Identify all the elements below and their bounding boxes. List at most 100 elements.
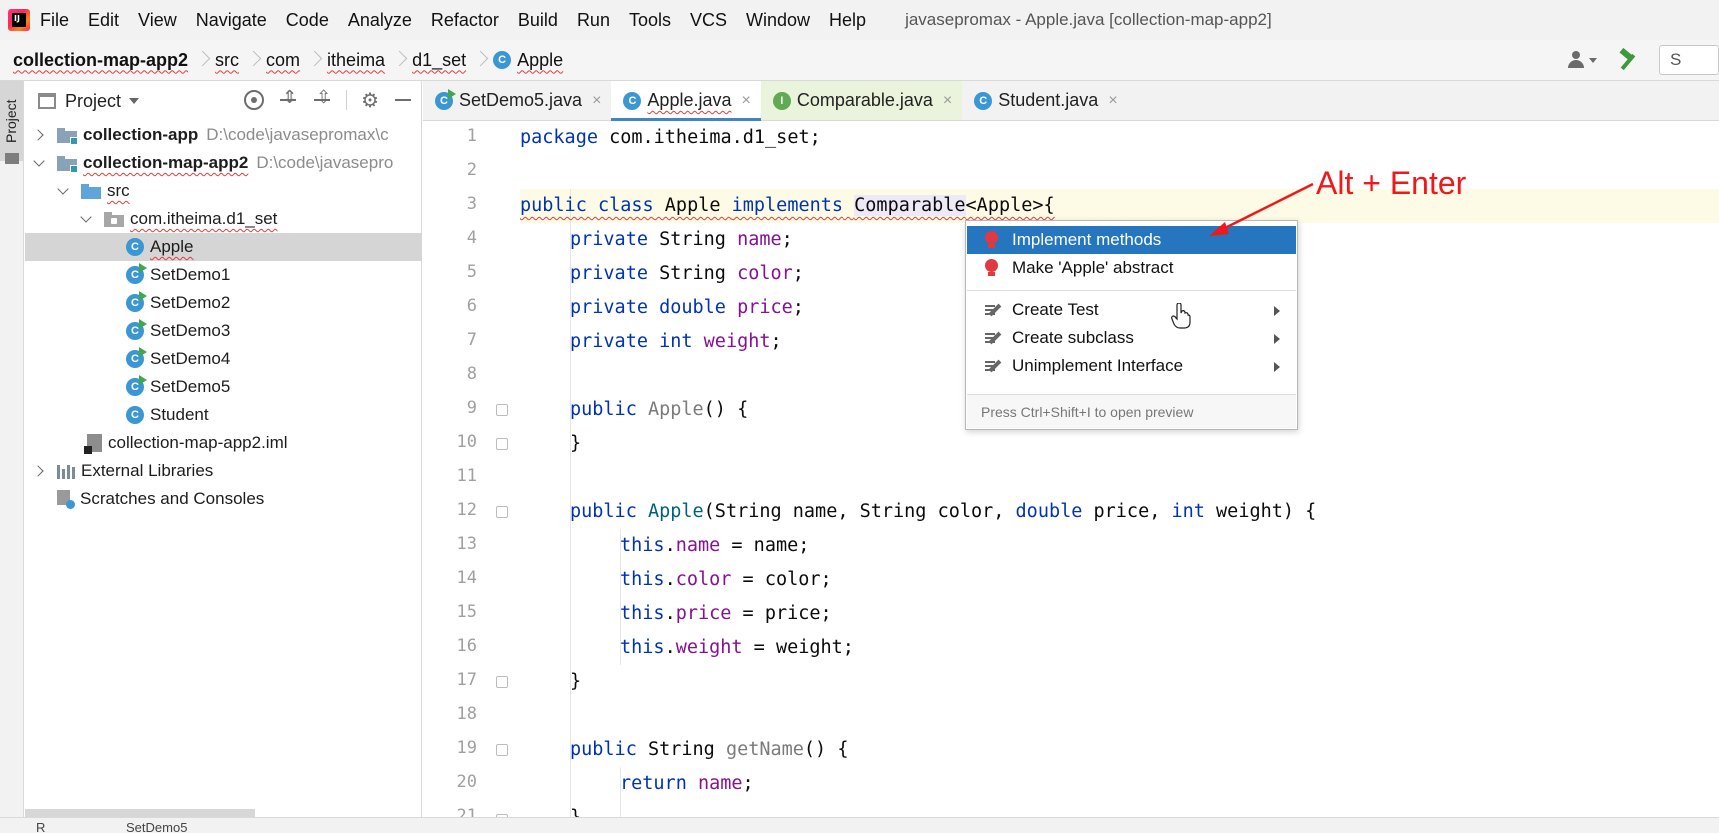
gear-icon[interactable]: ⚙	[361, 90, 379, 110]
submenu-arrow-icon	[1274, 306, 1280, 316]
code-line-9: public Apple() {	[570, 399, 749, 420]
fold-marker-icon[interactable]	[496, 744, 508, 756]
tree-item-iml[interactable]: collection-map-app2.iml	[25, 429, 422, 457]
breadcrumb-d1-set[interactable]: d1_set	[412, 50, 466, 71]
editor-tabs: C SetDemo5.java × C Apple.java × I Compa…	[423, 81, 1719, 121]
popup-item-label: Create subclass	[1012, 328, 1134, 347]
tree-item-label: Student	[150, 405, 209, 424]
menu-run[interactable]: Run	[577, 10, 610, 31]
menu-view[interactable]: View	[138, 10, 177, 31]
tree-item-collection-map-app2[interactable]: collection-map-app2 D:\code\javasepro	[25, 149, 422, 177]
popup-item-label: Implement methods	[1012, 230, 1162, 249]
breadcrumb-apple[interactable]: Apple	[517, 50, 563, 71]
close-icon[interactable]: ×	[592, 92, 601, 110]
tree-item-apple[interactable]: C Apple	[25, 233, 422, 261]
annotation-label: Alt + Enter	[1316, 165, 1467, 201]
toolbar-divider	[346, 90, 348, 110]
fold-marker-icon[interactable]	[496, 404, 508, 416]
code-line-20: return name;	[620, 773, 754, 794]
menu-help[interactable]: Help	[829, 10, 866, 31]
popup-footer-text: Press Ctrl+Shift+I to open preview	[981, 403, 1194, 420]
module-folder-icon	[57, 127, 78, 145]
tree-item-setdemo4[interactable]: C SetDemo4	[25, 345, 422, 373]
tree-item-setdemo5[interactable]: C SetDemo5	[25, 373, 422, 401]
popup-item-unimplement-interface[interactable]: Unimplement Interface	[967, 352, 1296, 380]
close-icon[interactable]: ×	[741, 92, 750, 110]
code-line-6: private double price;	[570, 297, 804, 318]
tree-item-scratches[interactable]: Scratches and Consoles	[25, 485, 422, 513]
project-panel-title[interactable]: Project	[65, 91, 121, 112]
line-number: 14	[456, 568, 477, 588]
breadcrumb-separator	[394, 48, 403, 72]
line-number: 13	[456, 534, 477, 554]
line-number: 9	[466, 398, 477, 418]
popup-footer-hint: Press Ctrl+Shift+I to open preview	[967, 394, 1296, 428]
tab-apple[interactable]: C Apple.java ×	[611, 81, 762, 121]
menu-code[interactable]: Code	[286, 10, 329, 31]
locate-target-icon[interactable]	[244, 90, 265, 110]
tab-student[interactable]: C Student.java ×	[962, 81, 1127, 120]
chevron-down-icon[interactable]	[57, 185, 69, 197]
user-icon[interactable]	[1567, 48, 1601, 72]
fold-marker-icon[interactable]	[496, 676, 508, 688]
interface-icon: I	[772, 91, 791, 110]
code-line-14: this.color = color;	[620, 569, 832, 590]
hide-panel-icon[interactable]	[393, 90, 413, 110]
menu-analyze[interactable]: Analyze	[348, 10, 412, 31]
popup-item-make-abstract[interactable]: Make 'Apple' abstract	[967, 254, 1296, 282]
build-hammer-icon[interactable]	[1617, 49, 1639, 71]
window-title: javasepromax - Apple.java [collection-ma…	[905, 10, 1272, 29]
fold-marker-icon[interactable]	[496, 506, 508, 518]
chevron-down-icon[interactable]	[33, 157, 45, 169]
tree-item-setdemo2[interactable]: C SetDemo2	[25, 289, 422, 317]
collapse-all-icon[interactable]	[312, 87, 332, 110]
menu-refactor[interactable]: Refactor	[431, 10, 499, 31]
bottom-bar-left-label[interactable]: R	[36, 820, 45, 833]
popup-item-create-test[interactable]: Create Test	[967, 296, 1296, 324]
menu-build[interactable]: Build	[518, 10, 558, 31]
close-icon[interactable]: ×	[1108, 92, 1117, 110]
line-number: 17	[456, 670, 477, 690]
menu-navigate[interactable]: Navigate	[196, 10, 267, 31]
tree-item-src[interactable]: src	[25, 177, 422, 205]
project-tool-tab[interactable]: Project	[0, 81, 23, 161]
breadcrumb-itheima[interactable]: itheima	[327, 50, 385, 71]
chevron-right-icon[interactable]	[33, 465, 45, 477]
tree-item-path: D:\code\javasepromax\c	[206, 125, 389, 144]
chevron-down-icon[interactable]	[129, 98, 140, 104]
module-folder-icon	[57, 155, 78, 173]
bottom-bar-tab-label[interactable]: SetDemo5	[126, 820, 187, 833]
breadcrumb-project[interactable]: collection-map-app2	[13, 50, 188, 71]
menu-vcs[interactable]: VCS	[690, 10, 727, 31]
breadcrumb-com[interactable]: com	[266, 50, 300, 71]
tree-item-setdemo3[interactable]: C SetDemo3	[25, 317, 422, 345]
close-icon[interactable]: ×	[943, 92, 952, 110]
chevron-right-icon[interactable]	[33, 129, 45, 141]
tree-item-package[interactable]: com.itheima.d1_set	[25, 205, 422, 233]
menu-tools[interactable]: Tools	[629, 10, 671, 31]
tree-item-external-libraries[interactable]: External Libraries	[25, 457, 422, 485]
class-icon: C	[493, 51, 512, 69]
menu-file[interactable]: File	[40, 10, 69, 31]
popup-item-create-subclass[interactable]: Create subclass	[967, 324, 1296, 352]
chevron-down-icon[interactable]	[80, 213, 92, 225]
run-config-selector[interactable]: S	[1659, 45, 1719, 75]
structure-icon[interactable]	[5, 153, 19, 164]
class-icon: C	[974, 91, 993, 110]
tree-item-collection-app[interactable]: collection-app D:\code\javasepromax\c	[25, 121, 422, 149]
tab-comparable[interactable]: I Comparable.java ×	[760, 81, 963, 120]
expand-all-icon[interactable]	[278, 87, 298, 110]
line-number: 5	[466, 262, 477, 282]
tree-item-student[interactable]: C Student	[25, 401, 422, 429]
menu-window[interactable]: Window	[746, 10, 810, 31]
tab-label: Student.java	[998, 90, 1099, 110]
code-line-12: public Apple(String name, String color, …	[570, 501, 1317, 522]
runnable-class-icon: C	[126, 375, 147, 396]
tree-item-setdemo1[interactable]: C SetDemo1	[25, 261, 422, 289]
horizontal-scrollbar[interactable]	[25, 809, 255, 817]
menu-edit[interactable]: Edit	[88, 10, 119, 31]
tab-setdemo5[interactable]: C SetDemo5.java ×	[423, 81, 611, 120]
breadcrumb-src[interactable]: src	[215, 50, 239, 71]
fold-marker-icon[interactable]	[496, 438, 508, 450]
tree-item-label: SetDemo2	[150, 293, 231, 312]
